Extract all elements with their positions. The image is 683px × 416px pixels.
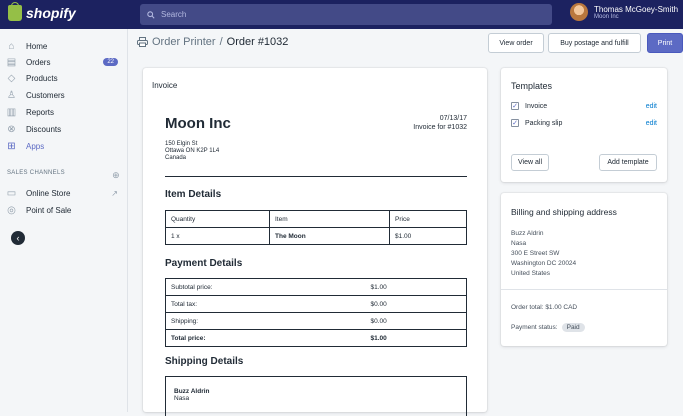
orders-icon: ▤ xyxy=(6,56,17,68)
table-row: 1 x The Moon $1.00 xyxy=(165,227,467,245)
discount-icon: ⊗ xyxy=(7,123,16,135)
sales-channels-heading: SALES CHANNELS ⊕ xyxy=(7,170,120,181)
top-bar: shopify Search Thomas McGoey-Smith Moon I… xyxy=(0,0,683,29)
template-row-packing-slip: ✓ Packing slip edit xyxy=(511,119,657,127)
templates-card: Templates ✓ Invoice edit ✓ Packing slip edit… xyxy=(501,68,667,182)
payment-status: Payment status: Paid xyxy=(511,323,585,332)
location-icon: ◎ xyxy=(7,204,16,216)
print-button[interactable]: Print xyxy=(647,33,683,53)
breadcrumb-separator: / xyxy=(219,36,223,48)
sidebar: ⌂ Home ▤ Orders 22 ◇ Products ♙ Customers ▥ Re… xyxy=(0,29,128,412)
printer-icon xyxy=(137,37,148,47)
invoice-number: Invoice for #1032 xyxy=(413,124,467,131)
user-store: Moon Inc xyxy=(594,13,619,20)
billing-title: Billing and shipping address xyxy=(511,207,617,217)
avatar xyxy=(570,3,588,21)
shopify-bag-icon xyxy=(8,2,22,21)
sidebar-item-home[interactable]: ⌂ Home xyxy=(6,39,122,53)
template-row-invoice: ✓ Invoice edit xyxy=(511,102,657,110)
divider xyxy=(501,289,667,290)
home-icon: ⌂ xyxy=(8,40,15,52)
view-all-button[interactable]: View all xyxy=(511,154,549,171)
order-total: Order total: $1.00 CAD xyxy=(511,304,578,311)
billing-address: Buzz Aldrin Nasa 300 E Street SW Washing… xyxy=(511,230,577,277)
collapse-sidebar-button[interactable]: ‹ xyxy=(11,231,25,245)
payment-table: Subtotal price: $1.00 Total tax: $0.00 Shi… xyxy=(165,278,467,347)
table-row: Subtotal price: $1.00 xyxy=(165,278,467,296)
invoice-card: Invoice Moon Inc 07/13/17 Invoice for #10… xyxy=(143,68,487,416)
buy-postage-button[interactable]: Buy postage and fulfill xyxy=(548,33,641,53)
breadcrumb: Order Printer / Order #1032 xyxy=(137,36,288,48)
add-channel-icon[interactable]: ⊕ xyxy=(112,170,120,181)
status-badge: Paid xyxy=(561,323,585,332)
shipping-details-heading: Shipping Details xyxy=(165,356,244,367)
tag-icon: ◇ xyxy=(7,72,16,84)
sidebar-item-products[interactable]: ◇ Products xyxy=(6,71,122,85)
external-link-icon[interactable]: ↗ xyxy=(111,189,118,198)
orders-count-badge: 22 xyxy=(103,58,118,66)
search-placeholder: Search xyxy=(161,10,187,19)
ship-name: Buzz Aldrin xyxy=(174,388,210,395)
table-row: Total tax: $0.00 xyxy=(165,295,467,313)
add-template-button[interactable]: Add template xyxy=(599,154,657,171)
breadcrumb-parent[interactable]: Order Printer xyxy=(152,36,216,48)
ship-line: Nasa xyxy=(174,395,190,402)
invoice-date: 07/13/17 xyxy=(439,115,467,122)
shipping-box: Buzz Aldrin Nasa xyxy=(165,376,467,416)
company-name: Moon Inc xyxy=(165,115,231,132)
sidebar-item-orders[interactable]: ▤ Orders 22 xyxy=(6,55,122,69)
billing-card: Billing and shipping address Buzz Aldrin… xyxy=(501,193,667,346)
divider xyxy=(165,176,467,177)
sidebar-item-discounts[interactable]: ⊗ Discounts xyxy=(6,122,122,136)
user-name: Thomas McGoey-Smith xyxy=(594,4,679,14)
view-order-button[interactable]: View order xyxy=(488,33,544,53)
page-title: Order #1032 xyxy=(226,36,289,48)
table-row: Total price: $1.00 xyxy=(165,329,467,347)
edit-packing-slip-link[interactable]: edit xyxy=(646,120,657,127)
store-icon: ▭ xyxy=(6,187,17,199)
packing-slip-checkbox[interactable]: ✓ xyxy=(511,119,519,127)
sidebar-item-point-of-sale[interactable]: ◎ Point of Sale xyxy=(6,203,122,217)
apps-icon: ⊞ xyxy=(7,140,16,152)
payment-details-heading: Payment Details xyxy=(165,258,243,269)
table-header-row: Quantity Item Price xyxy=(165,210,467,228)
shopify-logo[interactable]: shopify xyxy=(8,2,76,21)
templates-title: Templates xyxy=(511,81,553,91)
table-row: Shipping: $0.00 xyxy=(165,312,467,330)
item-table: Quantity Item Price 1 x The Moon $1.00 xyxy=(165,210,467,245)
sidebar-item-apps[interactable]: ⊞ Apps xyxy=(6,139,122,153)
person-icon: ♙ xyxy=(7,89,16,101)
chevron-left-icon: ‹ xyxy=(16,233,20,243)
sidebar-item-online-store[interactable]: ▭ Online Store ↗ xyxy=(6,186,122,200)
bar-chart-icon: ▥ xyxy=(6,106,17,118)
edit-invoice-link[interactable]: edit xyxy=(646,103,657,110)
invoice-checkbox[interactable]: ✓ xyxy=(511,102,519,110)
search-icon xyxy=(147,10,155,19)
company-address: 150 Elgin St Ottawa ON K2P 1L4 Canada xyxy=(165,141,220,161)
invoice-meta: 07/13/17 Invoice for #1032 xyxy=(413,114,467,132)
item-details-heading: Item Details xyxy=(165,189,222,200)
search-input[interactable]: Search xyxy=(140,4,552,25)
sidebar-item-customers[interactable]: ♙ Customers xyxy=(6,88,122,102)
user-menu[interactable]: Thomas McGoey-Smith Moon Inc xyxy=(570,3,678,21)
invoice-card-title: Invoice xyxy=(152,81,178,90)
sidebar-item-reports[interactable]: ▥ Reports xyxy=(6,105,122,119)
